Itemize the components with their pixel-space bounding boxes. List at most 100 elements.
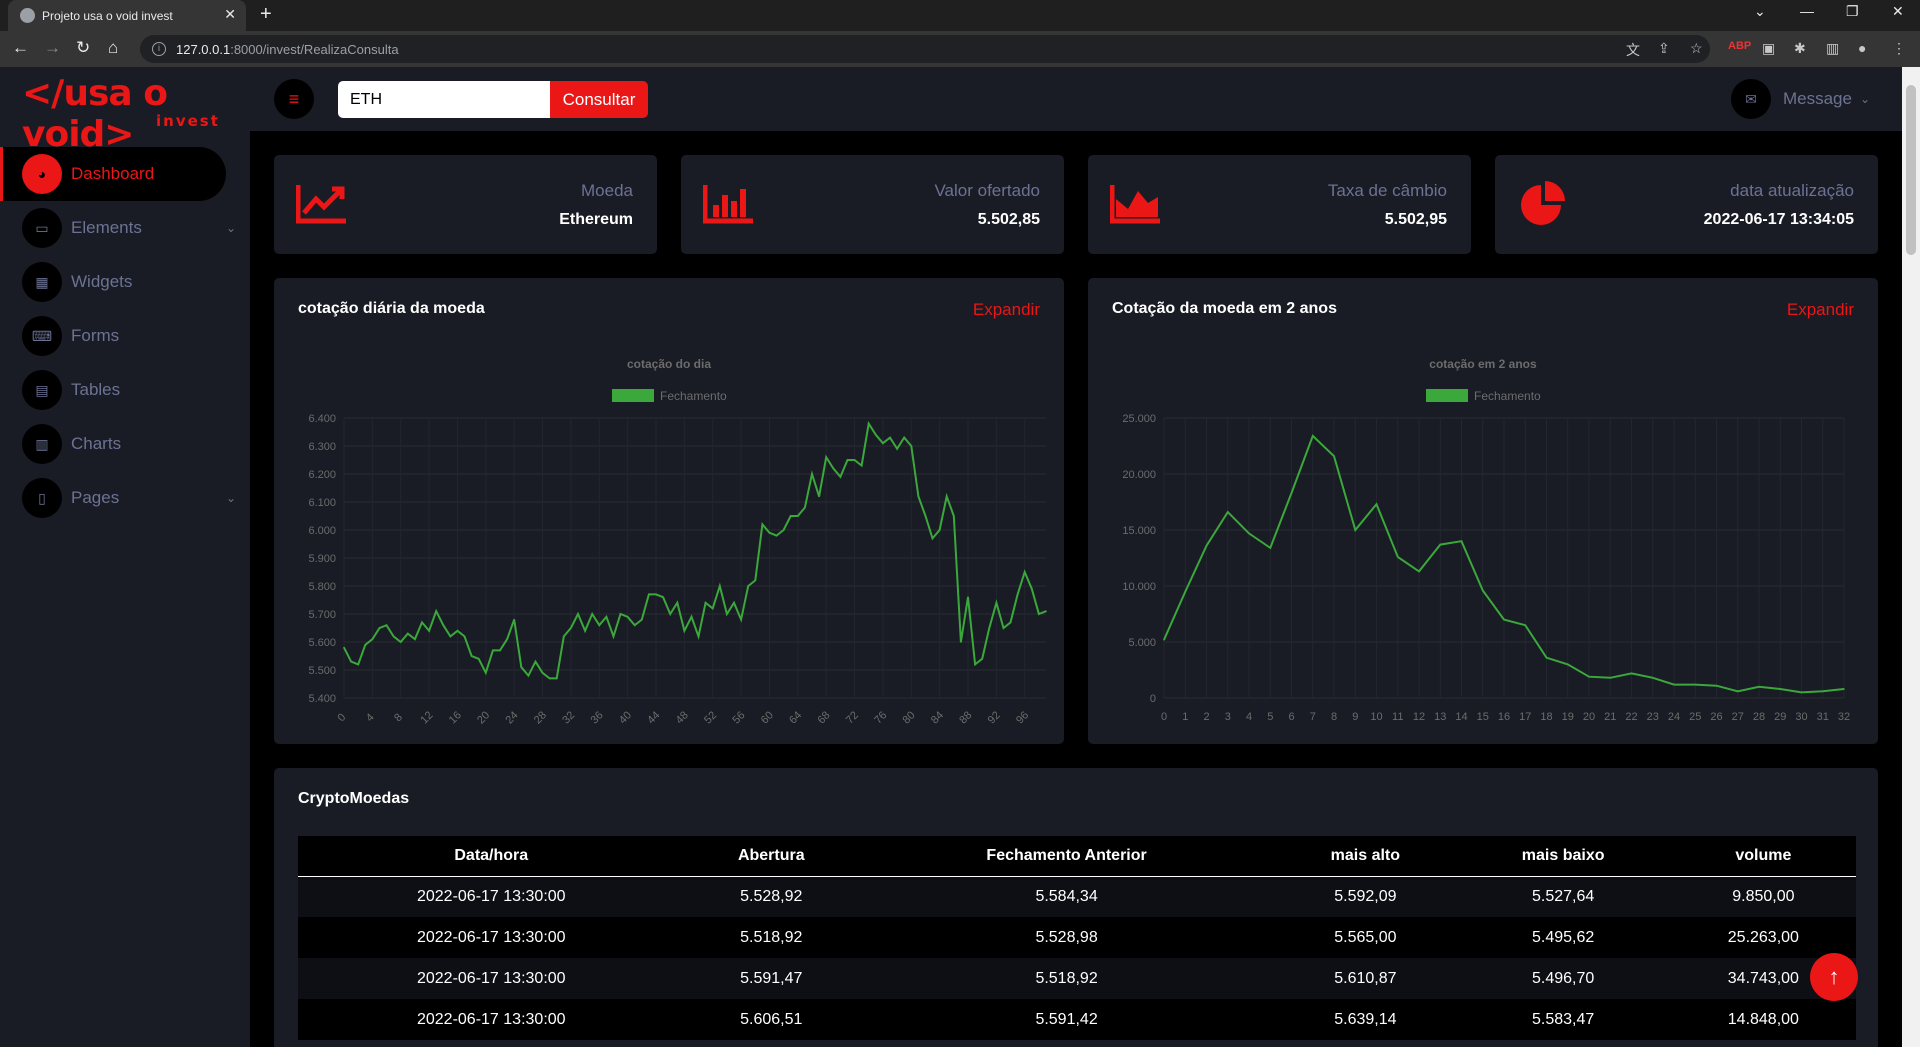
x-tick-label: 19 [1562, 711, 1574, 723]
address-bar[interactable]: i 127.0.0.1:8000/invest/RealizaConsulta [140, 35, 1710, 63]
x-tick-label: 5 [1267, 711, 1273, 723]
sidebar-item-pages[interactable]: ▯ Pages ⌄ [0, 471, 250, 525]
scrollbar-thumb[interactable] [1906, 85, 1916, 255]
daily-quote-chart: cotação do dia Fechamento 6.400 6.300 6.200 6… [308, 357, 1047, 726]
table-icon: ▤ [22, 370, 62, 410]
chart-icon: ▥ [22, 424, 62, 464]
x-tick-label: 23 [1647, 711, 1659, 723]
data-point [1503, 618, 1505, 621]
data-point [726, 613, 728, 615]
consult-button[interactable]: Consultar [550, 81, 648, 118]
x-tick-label: 16 [447, 709, 464, 726]
extension-icon[interactable]: ▣ [1762, 40, 1775, 57]
y-tick-label: 0 [1150, 693, 1156, 705]
data-point [470, 655, 473, 657]
data-point [1269, 547, 1272, 549]
x-tick-label: 26 [1710, 711, 1722, 723]
close-tab-icon[interactable]: ✕ [224, 6, 236, 23]
data-point [896, 448, 898, 450]
info-icon[interactable]: i [152, 42, 166, 56]
expand-link[interactable]: Expandir [973, 300, 1040, 320]
y-tick-label: 6.400 [308, 413, 336, 425]
translate-icon[interactable]: 文 [1626, 40, 1640, 60]
sidebar-item-tables[interactable]: ▤ Tables [0, 363, 250, 417]
two-year-quote-chart: cotação em 2 anosFechamento25.00020.0001… [1122, 357, 1850, 723]
new-tab-icon[interactable]: + [260, 3, 272, 26]
url-path: :8000/invest/RealizaConsulta [230, 41, 399, 57]
reload-icon[interactable]: ↻ [76, 38, 90, 58]
puzzle-icon[interactable]: ✱ [1794, 40, 1806, 57]
back-to-top-button[interactable]: ↑ [1810, 953, 1858, 1001]
data-point [1418, 570, 1420, 573]
pie-chart-icon [1521, 181, 1565, 225]
y-tick-label: 6.300 [308, 441, 336, 453]
data-point [392, 635, 395, 638]
sidebar-item-elements[interactable]: ▭ Elements ⌄ [0, 201, 250, 255]
expand-link[interactable]: Expandir [1787, 300, 1854, 320]
legend-swatch [1426, 389, 1468, 402]
data-point [1375, 503, 1378, 506]
tab-search-icon[interactable]: ⌄ [1754, 3, 1766, 20]
crypto-table-card: CryptoMoedas Data/hora Abertura Fechamento… [274, 768, 1878, 1047]
sidebar-item-forms[interactable]: ⌨ Forms [0, 309, 250, 363]
data-point [1205, 544, 1208, 547]
profile-icon[interactable]: ● [1858, 40, 1866, 56]
sidepanel-icon[interactable]: ▥ [1826, 40, 1839, 57]
file-icon: ▯ [22, 478, 62, 518]
table-cell: 5.639,14 [1334, 1010, 1397, 1028]
data-point [754, 579, 757, 582]
data-point [967, 596, 969, 598]
column-header: Abertura [684, 836, 859, 877]
x-tick-label: 76 [872, 709, 889, 726]
restore-icon[interactable]: ❐ [1846, 3, 1859, 20]
data-point [1002, 627, 1005, 629]
data-point [931, 537, 934, 540]
table-cell: 5.591,42 [1035, 1010, 1098, 1028]
envelope-icon: ✉ [1730, 79, 1771, 119]
x-tick-label: 60 [759, 709, 776, 726]
data-point [917, 495, 920, 498]
table-cell: 5.610,87 [1334, 969, 1397, 987]
data-point [1758, 686, 1760, 688]
bookmark-star-icon[interactable]: ☆ [1690, 40, 1703, 57]
close-window-icon[interactable]: ✕ [1892, 3, 1904, 20]
menu-toggle-button[interactable]: ≡ [274, 79, 314, 119]
data-point [938, 529, 941, 531]
data-point [477, 658, 480, 660]
table-cell: 9.850,00 [1732, 887, 1795, 905]
browser-menu-icon[interactable]: ⋮ [1892, 40, 1906, 57]
sidebar-item-charts[interactable]: ▥ Charts [0, 417, 250, 471]
browser-tab[interactable]: Projeto usa o void invest ✕ [8, 0, 246, 31]
currency-search-input[interactable] [338, 81, 550, 118]
x-tick-label: 30 [1795, 711, 1807, 723]
data-point [1439, 543, 1442, 546]
x-tick-label: 48 [674, 709, 691, 726]
card-title: Cotação da moeda em 2 anos [1112, 300, 1337, 317]
home-icon[interactable]: ⌂ [108, 38, 118, 58]
stat-value: Ethereum [559, 211, 633, 228]
x-tick-label: 4 [1246, 711, 1252, 723]
chevron-down-icon: ⌄ [1859, 92, 1870, 106]
chart-title: cotação do dia [627, 357, 711, 371]
sidebar-item-widgets[interactable]: ▦ Widgets [0, 255, 250, 309]
message-dropdown[interactable]: ✉ Message ⌄ [1730, 79, 1870, 119]
data-point [1524, 624, 1527, 626]
data-point [343, 646, 345, 649]
page-scrollbar[interactable] [1902, 67, 1920, 1047]
table-cell: 5.527,64 [1532, 887, 1595, 905]
daily-chart-card: cotação do dia Fechamento 6.400 6.300 6.200 6… [274, 278, 1064, 744]
laptop-icon: ▭ [22, 208, 62, 248]
x-tick-label: 68 [815, 709, 832, 726]
data-point [1779, 688, 1782, 690]
x-tick-label: 16 [1498, 711, 1510, 723]
back-icon[interactable]: ← [12, 38, 29, 58]
x-tick-label: 29 [1774, 711, 1786, 723]
y-tick-label: 5.700 [308, 609, 336, 621]
share-icon[interactable]: ⇪ [1658, 40, 1670, 57]
adblock-icon[interactable]: ABP [1728, 40, 1751, 52]
sidebar-item-dashboard[interactable]: ◕ Dashboard [0, 147, 226, 201]
topbar: ≡ Consultar ✉ Message ⌄ [250, 67, 1902, 131]
minimize-icon[interactable]: — [1800, 3, 1814, 19]
data-point [534, 660, 537, 663]
forward-icon[interactable]: → [44, 38, 61, 58]
